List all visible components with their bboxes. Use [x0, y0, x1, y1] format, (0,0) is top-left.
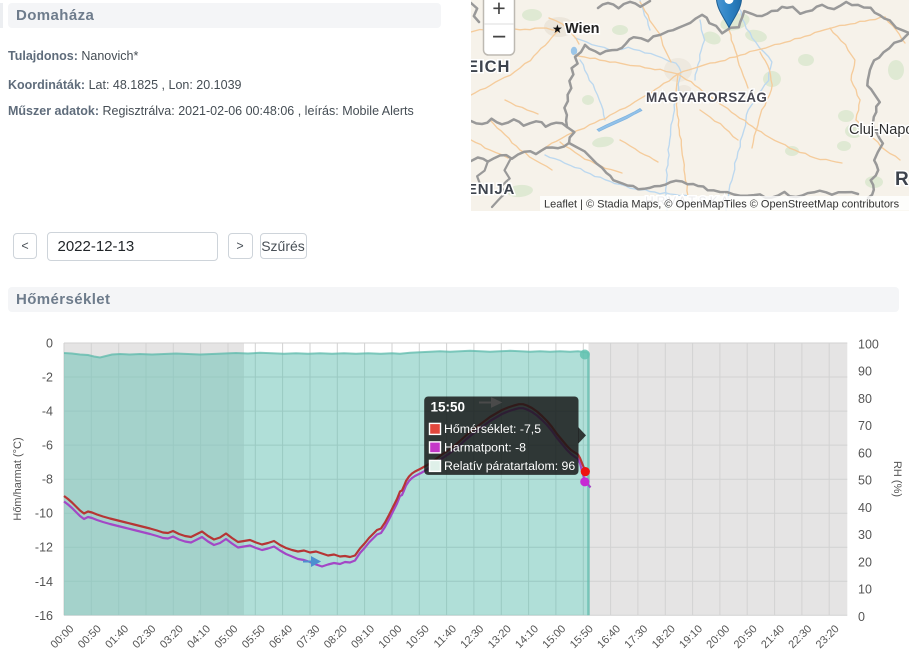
svg-text:-16: -16 [35, 609, 53, 623]
svg-text:20: 20 [858, 555, 872, 569]
svg-text:23:20: 23:20 [814, 623, 842, 651]
svg-text:30: 30 [858, 528, 872, 542]
svg-text:60: 60 [858, 446, 872, 460]
svg-text:-4: -4 [42, 405, 53, 419]
svg-text:+: + [492, 0, 505, 21]
svg-text:16:40: 16:40 [595, 623, 623, 651]
svg-text:22:30: 22:30 [786, 623, 814, 651]
svg-text:-8: -8 [42, 473, 53, 487]
svg-text:05:50: 05:50 [240, 623, 268, 651]
svg-text:17:30: 17:30 [622, 623, 650, 651]
svg-text:Cluj-Napo: Cluj-Napo [849, 122, 909, 138]
svg-text:10: 10 [858, 583, 872, 597]
svg-text:Relatív páratartalom: 96: Relatív páratartalom: 96 [444, 459, 575, 473]
svg-text:06:40: 06:40 [267, 623, 295, 651]
svg-text:RH (%): RH (%) [891, 461, 903, 497]
svg-text:Wien: Wien [565, 21, 600, 37]
svg-text:19:10: 19:10 [677, 623, 705, 651]
svg-text:-12: -12 [35, 541, 53, 555]
svg-text:21:40: 21:40 [759, 623, 787, 651]
svg-text:0: 0 [858, 610, 865, 624]
svg-text:Harmatpont: -8: Harmatpont: -8 [444, 441, 526, 455]
svg-text:07:30: 07:30 [295, 623, 323, 651]
svg-text:15:00: 15:00 [540, 623, 568, 651]
svg-text:20:50: 20:50 [732, 623, 760, 651]
svg-text:12:30: 12:30 [458, 623, 486, 651]
svg-text:−: − [492, 23, 507, 51]
svg-text:40: 40 [858, 501, 872, 515]
svg-text:15:50: 15:50 [568, 623, 596, 651]
svg-text:70: 70 [858, 419, 872, 433]
svg-text:0: 0 [46, 337, 53, 351]
svg-text:20:00: 20:00 [704, 623, 732, 651]
svg-text:15:50: 15:50 [431, 400, 466, 415]
svg-text:00:00: 00:00 [49, 623, 77, 651]
svg-text:80: 80 [858, 392, 872, 406]
svg-text:★: ★ [552, 22, 563, 36]
svg-text:04:10: 04:10 [185, 623, 213, 651]
svg-text:05:00: 05:00 [213, 623, 241, 651]
svg-text:-14: -14 [35, 575, 53, 589]
svg-text:13:20: 13:20 [486, 623, 514, 651]
svg-text:18:20: 18:20 [650, 623, 678, 651]
svg-text:11:40: 11:40 [432, 623, 459, 650]
svg-text:10:00: 10:00 [377, 623, 405, 651]
svg-text:EICH: EICH [471, 58, 510, 76]
svg-text:10:50: 10:50 [404, 623, 432, 651]
svg-text:-6: -6 [42, 439, 53, 453]
svg-text:-10: -10 [35, 507, 53, 521]
svg-text:09:10: 09:10 [349, 623, 377, 651]
svg-text:01:40: 01:40 [103, 623, 131, 651]
svg-text:ENIJA: ENIJA [471, 181, 515, 198]
svg-text:R: R [895, 169, 909, 190]
svg-text:Leaflet | © Stadia Maps, © Ope: Leaflet | © Stadia Maps, © OpenMapTiles … [544, 199, 900, 211]
svg-text:14:10: 14:10 [513, 623, 541, 651]
svg-text:50: 50 [858, 474, 872, 488]
svg-text:08:20: 08:20 [322, 623, 350, 651]
svg-text:-2: -2 [42, 371, 53, 385]
svg-text:00:50: 00:50 [76, 623, 104, 651]
svg-text:Hőmérséklet: -7,5: Hőmérséklet: -7,5 [444, 422, 541, 436]
svg-text:02:30: 02:30 [131, 623, 159, 651]
svg-text:MAGYARORSZÁG: MAGYARORSZÁG [646, 90, 767, 105]
svg-text:90: 90 [858, 365, 872, 379]
svg-text:100: 100 [858, 338, 879, 352]
svg-text:Hőm/harmat (°C): Hőm/harmat (°C) [12, 437, 24, 520]
svg-text:03:20: 03:20 [158, 623, 186, 651]
